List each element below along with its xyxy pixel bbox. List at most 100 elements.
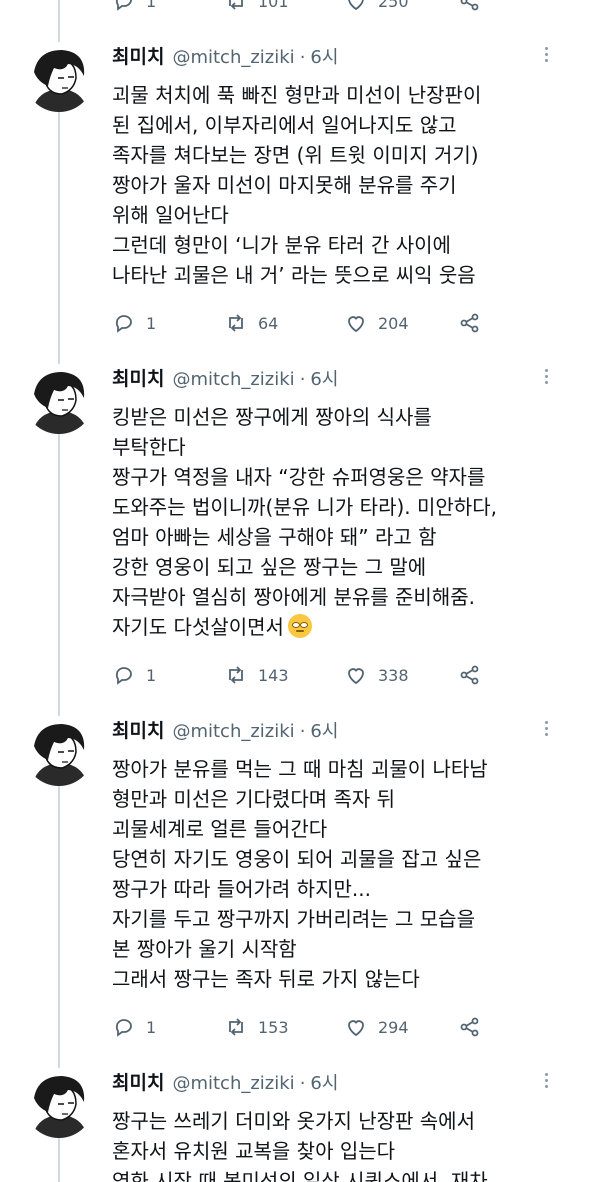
text-line: 형만과 미선은 기다렸다며 족자 뒤 [112, 787, 396, 811]
timestamp[interactable]: 6시 [310, 43, 338, 69]
text-line: 부탁한다 [112, 435, 186, 459]
retweet-count: 101 [258, 0, 289, 11]
tweet-header: 최미치 @mitch_ziziki · 6시 [112, 716, 338, 744]
like-button[interactable]: 250 [344, 0, 409, 16]
more-options-button[interactable] [536, 366, 556, 390]
heart-icon [348, 668, 364, 685]
text-line: 짱아가 울자 미선이 마지못해 분유를 주기 [112, 173, 457, 197]
avatar[interactable] [24, 364, 94, 434]
tweet[interactable]: 최미치 @mitch_ziziki · 6시 괴물 처치에 푹 빠진 형만과 미… [0, 42, 591, 342]
more-icon [536, 721, 556, 736]
reply-count: 1 [146, 313, 157, 333]
retweet-icon [229, 0, 243, 10]
text-line: 괴물 처치에 푹 빠진 형만과 미선이 난장판이 [112, 83, 482, 107]
text-line: 자기를 두고 짱구까지 가버리려는 그 모습을 [112, 907, 475, 931]
like-count: 338 [378, 665, 409, 685]
text-line: 그런데 형만이 ‘니가 분유 타러 간 사이에 [112, 233, 451, 257]
reply-count: 1 [146, 0, 157, 11]
share-button[interactable] [458, 0, 492, 16]
retweet-count: 143 [258, 665, 289, 685]
retweet-button[interactable]: 64 [224, 308, 278, 338]
share-icon [460, 0, 479, 11]
reply-icon [115, 0, 132, 11]
reply-count: 1 [146, 665, 157, 685]
text-line: 도와주는 법이니까(분유 니가 타라). 미안하다, [112, 495, 497, 519]
display-name[interactable]: 최미치 [112, 716, 164, 743]
separator-dot: · [299, 1073, 306, 1094]
avatar-illustration [32, 50, 88, 112]
avatar[interactable] [24, 42, 94, 112]
retweet-icon [229, 1018, 243, 1036]
share-icon [460, 313, 479, 333]
heart-icon [348, 1020, 364, 1037]
reply-button[interactable]: 1 [112, 308, 156, 338]
text-line: 본 짱아가 울기 시작함 [112, 937, 297, 961]
display-name[interactable]: 최미치 [112, 42, 164, 69]
retweet-button[interactable]: 101 [224, 0, 289, 16]
user-handle[interactable]: @mitch_ziziki [172, 369, 294, 390]
share-icon [460, 1017, 479, 1037]
display-name[interactable]: 최미치 [112, 364, 164, 391]
retweet-icon [229, 314, 243, 332]
share-button[interactable] [458, 660, 492, 690]
tweet-actions: 1 143 338 [112, 660, 512, 690]
tweet-header: 최미치 @mitch_ziziki · 6시 [112, 42, 338, 70]
user-handle[interactable]: @mitch_ziziki [172, 1073, 294, 1094]
more-icon [536, 47, 556, 62]
user-handle[interactable]: @mitch_ziziki [172, 721, 294, 742]
text-line: 엄마 아빠는 세상을 구해야 돼” 라고 함 [112, 525, 437, 549]
more-icon [536, 369, 556, 384]
reply-button[interactable]: 1 [112, 660, 156, 690]
text-line: 괴물세계로 얼른 들어간다 [112, 817, 328, 841]
reply-button[interactable]: 1 [112, 0, 156, 16]
share-button[interactable] [458, 308, 492, 338]
tweet[interactable]: 최미치 @mitch_ziziki · 6시 짱구는 쓰레기 더미와 옷가지 난… [0, 1068, 591, 1182]
text-line: 혼자서 유치원 교복을 찾아 입는다 [112, 1139, 396, 1163]
retweet-count: 64 [258, 313, 279, 333]
like-button[interactable]: 338 [344, 660, 409, 690]
text-line: 족자를 쳐다보는 장면 (위 트윗 이미지 거기) [112, 143, 479, 167]
avatar[interactable] [24, 1068, 94, 1138]
share-button[interactable] [458, 1012, 492, 1042]
reply-icon [115, 1019, 132, 1037]
more-icon [536, 1073, 556, 1088]
avatar[interactable] [24, 716, 94, 786]
tweet-header: 최미치 @mitch_ziziki · 6시 [112, 364, 338, 392]
text-line: 강한 영웅이 되고 싶은 짱구는 그 말에 [112, 555, 427, 579]
like-count: 204 [378, 313, 409, 333]
tweet-text: 짱아가 분유를 먹는 그 때 마침 괴물이 나타남 형만과 미선은 기다렸다며 … [112, 754, 572, 994]
heart-icon [348, 316, 364, 333]
tweet-actions: 1 153 294 [112, 1012, 512, 1042]
text-line: 짱아가 분유를 먹는 그 때 마침 괴물이 나타남 [112, 757, 488, 781]
separator-dot: · [299, 721, 306, 742]
retweet-button[interactable]: 143 [224, 660, 289, 690]
display-name[interactable]: 최미치 [112, 1068, 164, 1095]
previous-tweet-actions: 1 101 250 [0, 0, 591, 16]
heart-icon [348, 0, 364, 11]
text-line: 나타난 괴물은 내 거’ 라는 뜻으로 씨익 웃음 [112, 263, 476, 287]
like-button[interactable]: 204 [344, 308, 409, 338]
more-options-button[interactable] [536, 718, 556, 742]
like-button[interactable]: 294 [344, 1012, 409, 1042]
text-line: 된 집에서, 이부자리에서 일어나지도 않고 [112, 113, 457, 137]
separator-dot: · [299, 47, 306, 68]
text-line: 그래서 짱구는 족자 뒤로 가지 않는다 [112, 967, 420, 991]
timestamp[interactable]: 6시 [310, 365, 338, 391]
reply-icon [115, 315, 132, 333]
reply-button[interactable]: 1 [112, 1012, 156, 1042]
user-handle[interactable]: @mitch_ziziki [172, 47, 294, 68]
text-line: 킹받은 미선은 짱구에게 짱아의 식사를 [112, 405, 432, 429]
more-options-button[interactable] [536, 1070, 556, 1094]
text-line: 짱구는 쓰레기 더미와 옷가지 난장판 속에서 [112, 1109, 475, 1133]
text-line-content: 자기도 다섯살이면서 [112, 615, 284, 639]
tweet[interactable]: 최미치 @mitch_ziziki · 6시 킹받은 미선은 짱구에게 짱아의 … [0, 364, 591, 694]
retweet-button[interactable]: 153 [224, 1012, 289, 1042]
tweet-text: 괴물 처치에 푹 빠진 형만과 미선이 난장판이 된 집에서, 이부자리에서 일… [112, 80, 572, 290]
text-line: 자극받아 열심히 짱아에게 분유를 준비해줌. [112, 585, 475, 609]
tweet-actions: 1 64 204 [112, 308, 512, 338]
timestamp[interactable]: 6시 [310, 1069, 338, 1095]
tweet[interactable]: 최미치 @mitch_ziziki · 6시 짱아가 분유를 먹는 그 때 마침… [0, 716, 591, 1046]
text-line: 짱구가 따라 들어가려 하지만... [112, 877, 371, 901]
more-options-button[interactable] [536, 44, 556, 68]
timestamp[interactable]: 6시 [310, 717, 338, 743]
